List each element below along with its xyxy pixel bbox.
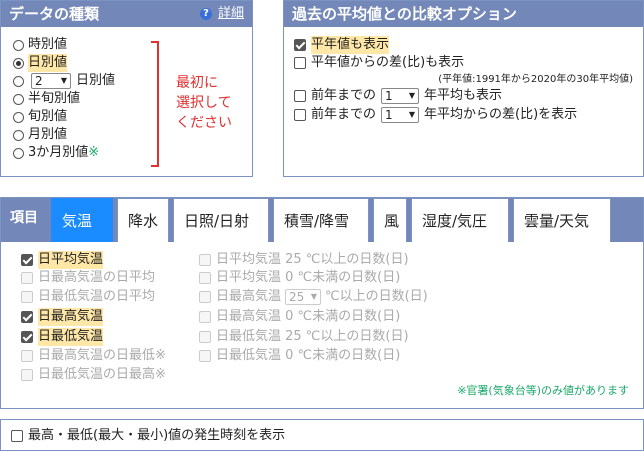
radio-3month[interactable]: 3か月別値 ※ [13,144,99,162]
item-max-lt0: 日最高気温 0 ℃未満の日数(日) [199,308,400,326]
tab-humidity[interactable]: 湿度/気圧 [411,198,509,242]
normal-checkbox[interactable]: 平年値も表示 [294,36,390,54]
item-max-daily-mean: 日最高気温の日平均 [21,269,155,287]
data-type-panel: データの種類 ? 詳細 時別値 日別値 2 ▼ 日別値 半旬別値 旬別値 月別値 3… [0,0,253,177]
tab-precipitation[interactable]: 降水 [117,198,169,242]
item-max-ge-threshold: 日最高気温 25 ▼ ℃以上の日数(日) [199,288,428,306]
n-day-select[interactable]: 2 ▼ [31,73,71,89]
tab-cloud[interactable]: 雲量/天気 [513,198,611,242]
item-mean-ge25: 日平均気温 25 ℃以上の日数(日) [199,251,409,269]
checkbox-icon [294,109,306,121]
select-first-note: 最初に 選択して ください [176,75,232,131]
tab-sunshine[interactable]: 日照/日射 [173,198,269,242]
checkbox-icon [11,430,23,442]
prev-diff-checkbox[interactable]: 前年までの 1 ▼ 年平均からの差(比)を表示 [294,106,577,124]
checkbox-icon [21,254,33,266]
radio-icon [13,147,24,159]
radio-icon [13,129,24,141]
prev-avg-checkbox[interactable]: 前年までの 1 ▼ 年平均も表示 [294,87,502,105]
item-min-daily-mean: 日最低気温の日平均 [21,288,155,306]
item-daily-max[interactable]: 日最高気温 [21,308,104,326]
item-min-lt0: 日最低気温 0 ℃未満の日数(日) [199,347,400,365]
chevron-down-icon: ▼ [408,91,416,100]
radio-icon [13,111,24,123]
chevron-down-icon: ▼ [310,292,318,301]
radio-icon [13,75,24,87]
checkbox-icon [199,350,211,362]
checkbox-icon [21,369,33,381]
prev-avg-years-select[interactable]: 1 ▼ [381,88,420,104]
tab-snow[interactable]: 積雪/降雪 [273,198,369,242]
checkbox-icon [294,90,306,102]
item-daily-mean[interactable]: 日平均気温 [21,251,104,269]
item-min-daily-highest: 日最低気温の日最高※ [21,366,166,384]
checkbox-icon [294,39,306,51]
compare-panel: 過去の平均値との比較オプション 平年値も表示 平年値からの差(比)も表示 (平年… [283,0,644,177]
detail-link[interactable]: 詳細 [218,6,244,21]
item-daily-min[interactable]: 日最低気温 [21,328,104,346]
chevron-down-icon: ▼ [408,110,416,119]
chevron-down-icon: ▼ [60,76,67,85]
checkbox-icon [199,272,211,284]
radio-icon [13,39,24,51]
radio-icon [13,93,24,105]
question-icon: ? [199,8,212,20]
normal-period-note: (平年値:1991年から2020年の30年平均値) [438,74,633,85]
help-area: ? 詳細 [199,1,244,27]
extreme-time-checkbox[interactable]: 最高・最低(最大・最小)値の発生時刻を表示 [11,427,285,445]
checkbox-icon [21,291,33,303]
extreme-time-panel: 最高・最低(最大・最小)値の発生時刻を表示 [0,419,644,451]
checkbox-icon [21,311,33,323]
checkbox-icon [199,291,211,303]
tab-wind[interactable]: 風 [373,198,407,242]
prev-diff-years-select[interactable]: 1 ▼ [381,107,420,123]
radio-dekad[interactable]: 旬別値 [13,108,67,126]
radio-monthly[interactable]: 月別値 [13,126,67,144]
item-max-daily-lowest: 日最高気温の日最低※ [21,347,166,365]
data-type-title: データの種類 [9,5,100,23]
threshold-select: 25 ▼ [285,289,322,305]
checkbox-icon [199,254,211,266]
radio-icon [13,57,24,69]
checkbox-icon [294,57,306,69]
items-panel: 項目 気温 降水 日照/日射 積雪/降雪 風 湿度/気圧 雲量/天気 日平均気温… [0,197,644,409]
selection-bracket [151,41,159,167]
checkbox-icon [199,311,211,323]
item-mean-lt0: 日平均気温 0 ℃未満の日数(日) [199,269,400,287]
radio-half-dekad[interactable]: 半旬別値 [13,90,80,108]
checkbox-icon [21,331,33,343]
radio-hourly[interactable]: 時別値 [13,36,67,54]
compare-header: 過去の平均値との比較オプション [284,1,643,27]
radio-n-day[interactable]: 2 ▼ 日別値 [13,72,115,90]
data-type-header: データの種類 ? 詳細 [1,1,252,27]
tab-bar: 気温 降水 日照/日射 積雪/降雪 風 湿度/気圧 雲量/天気 [51,198,615,242]
checkbox-icon [21,350,33,362]
checkbox-icon [199,331,211,343]
station-note: ※官署(気象台等)のみ値があります [457,384,629,397]
tab-temperature[interactable]: 気温 [51,198,113,242]
checkbox-icon [21,272,33,284]
radio-daily[interactable]: 日別値 [13,54,68,72]
item-min-ge25: 日最低気温 25 ℃以上の日数(日) [199,328,409,346]
items-label: 項目 [10,210,38,226]
